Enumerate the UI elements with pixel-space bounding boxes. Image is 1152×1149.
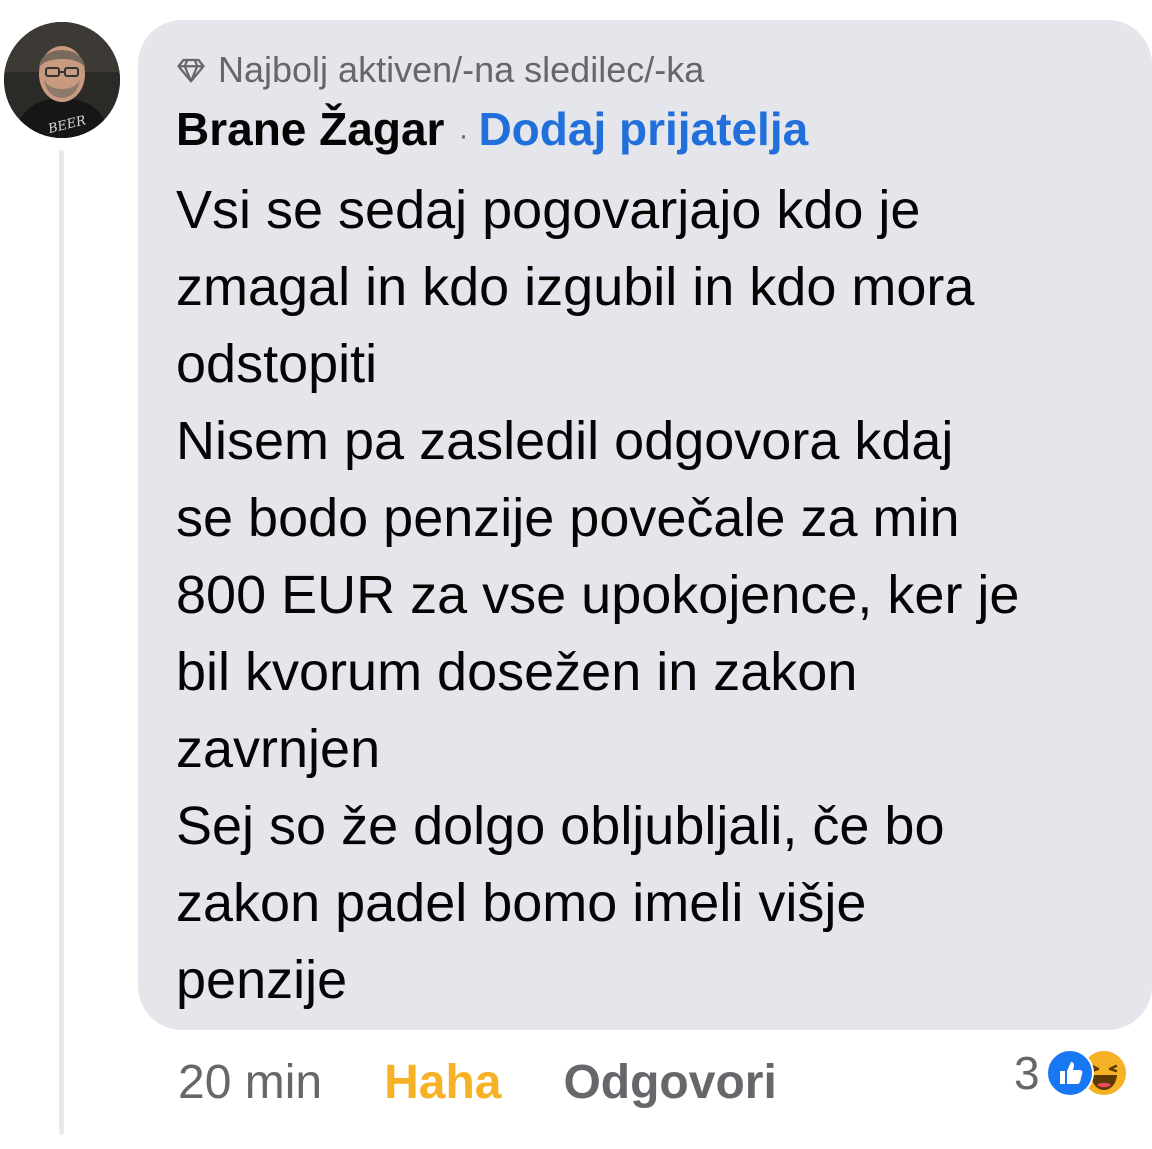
add-friend-link[interactable]: Dodaj prijatelja	[478, 102, 808, 156]
separator-dot: ·	[458, 119, 469, 152]
haha-reaction-button[interactable]: Haha	[384, 1050, 501, 1116]
reaction-summary[interactable]: 3	[1014, 1046, 1128, 1100]
diamond-icon	[177, 58, 205, 83]
reaction-count: 3	[1014, 1047, 1040, 1099]
top-fan-badge: Najbolj aktiven/-na sledilec/-ka	[176, 48, 704, 92]
timestamp[interactable]: 20 min	[178, 1050, 322, 1116]
like-icon	[1045, 1049, 1094, 1097]
reply-button[interactable]: Odgovori	[563, 1050, 776, 1116]
comment-line: zakon padel bomo imeli višje	[176, 873, 867, 933]
comment-text: Vsi se sedaj pogovarjajo kdo je zmagal i…	[176, 172, 1136, 1019]
avatar[interactable]: BEER	[4, 22, 120, 138]
author-row: Brane Žagar · Dodaj prijatelja	[176, 102, 808, 156]
thread-line	[59, 150, 64, 1135]
comment-actions: 20 min Haha Odgovori	[178, 1050, 777, 1116]
comment-line: 800 EUR za vse upokojence, ker je	[176, 565, 1020, 625]
badge-label: Najbolj aktiven/-na sledilec/-ka	[218, 49, 705, 90]
comment-bubble: Najbolj aktiven/-na sledilec/-ka Brane Ž…	[138, 20, 1152, 1030]
comment-line: Vsi se sedaj pogovarjajo kdo je	[176, 180, 921, 240]
comment-line: Nisem pa zasledil odgovora kdaj	[176, 411, 954, 471]
comment-line: odstopiti	[176, 334, 378, 394]
comment-line: zmagal in kdo izgubil in kdo mora	[176, 257, 975, 317]
comment-line: bil kvorum dosežen in zakon	[176, 642, 858, 702]
avatar-photo: BEER	[4, 22, 120, 138]
comment-line: penzije	[176, 950, 348, 1010]
comment-line: se bodo penzije povečale za min	[176, 488, 960, 548]
comment-line: zavrnjen	[176, 719, 381, 779]
author-name[interactable]: Brane Žagar	[176, 102, 444, 156]
comment-line: Sej so že dolgo obljubljali, če bo	[176, 796, 945, 856]
